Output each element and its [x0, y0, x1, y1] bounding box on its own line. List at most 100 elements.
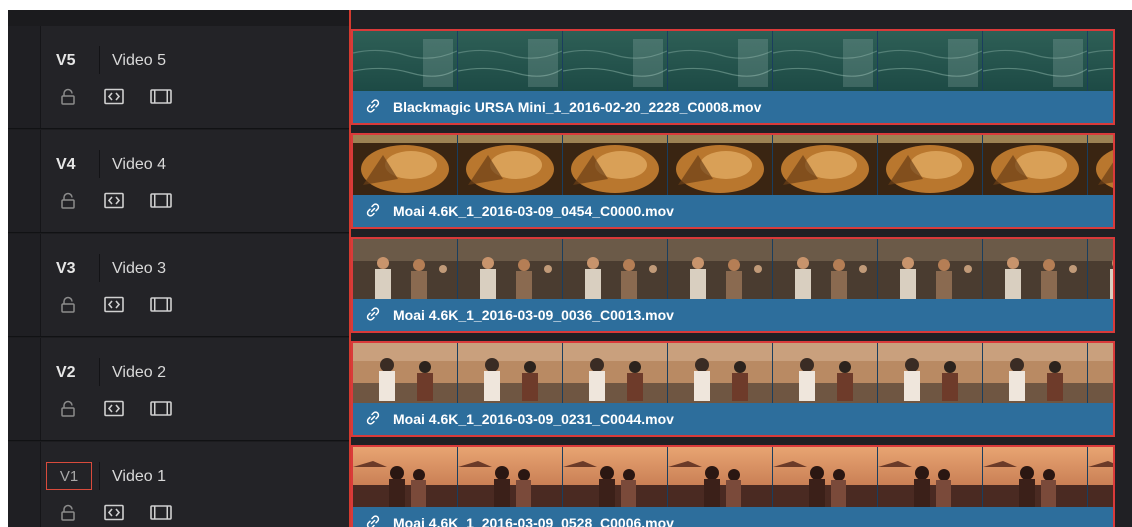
thumbnail-frame	[353, 343, 457, 403]
auto-select-icon[interactable]	[104, 296, 124, 318]
divider	[99, 150, 100, 178]
clip-label: Moai 4.6K_1_2016-03-09_0231_C0044.mov	[353, 403, 1113, 435]
clip-v5[interactable]: Blackmagic URSA Mini_1_2016-02-20_2228_C…	[351, 29, 1115, 125]
clip-v3[interactable]: Moai 4.6K_1_2016-03-09_0036_C0013.mov	[351, 237, 1115, 333]
lock-icon[interactable]	[60, 504, 76, 526]
link-icon	[365, 410, 381, 431]
clip-label: Moai 4.6K_1_2016-03-09_0528_C0006.mov	[353, 507, 1113, 527]
track-id[interactable]: V4	[56, 156, 86, 174]
thumbnail-frame	[773, 135, 877, 195]
auto-select-icon[interactable]	[104, 88, 124, 110]
track-header-v4[interactable]: V4 Video 4	[8, 130, 350, 233]
auto-select-icon[interactable]	[104, 192, 124, 214]
thumbnail-frame	[458, 239, 562, 299]
thumbnail-frame	[353, 239, 457, 299]
track-id[interactable]: V2	[56, 364, 86, 382]
thumbnail-frame	[458, 447, 562, 507]
thumbnail-frame	[878, 31, 982, 91]
link-icon	[365, 202, 381, 223]
track-name[interactable]: Video 5	[112, 52, 166, 70]
clip-label: Moai 4.6K_1_2016-03-09_0036_C0013.mov	[353, 299, 1113, 331]
link-icon	[365, 98, 381, 119]
link-icon	[365, 306, 381, 327]
thumbnail-frame	[668, 343, 772, 403]
thumbnail-frame	[353, 31, 457, 91]
film-strip-icon[interactable]	[150, 296, 172, 318]
clip-thumbnails	[353, 239, 1113, 299]
track-header-v5[interactable]: V5 Video 5	[8, 26, 350, 129]
divider	[99, 462, 100, 490]
track-side-strip	[8, 26, 41, 128]
divider	[99, 254, 100, 282]
clip-filename: Moai 4.6K_1_2016-03-09_0454_C0000.mov	[393, 203, 674, 219]
thumbnail-frame	[773, 343, 877, 403]
thumbnail-frame	[353, 447, 457, 507]
clip-thumbnails	[353, 343, 1113, 403]
track-header-v1[interactable]: V1 Video 1	[8, 442, 350, 527]
track-id[interactable]: V5	[56, 52, 86, 70]
thumbnail-frame	[878, 447, 982, 507]
track-name[interactable]: Video 4	[112, 156, 166, 174]
clip-filename: Moai 4.6K_1_2016-03-09_0036_C0013.mov	[393, 307, 674, 323]
clip-label: Blackmagic URSA Mini_1_2016-02-20_2228_C…	[353, 91, 1113, 123]
thumbnail-frame	[563, 135, 667, 195]
thumbnail-frame	[983, 135, 1087, 195]
thumbnail-frame	[563, 31, 667, 91]
thumbnail-frame	[1088, 447, 1113, 507]
clip-thumbnails	[353, 31, 1113, 91]
thumbnail-frame	[563, 447, 667, 507]
timeline-editor: V5 Video 5 V4 Video 4 V3 Video 3 V2 Vide…	[8, 10, 1132, 527]
film-strip-icon[interactable]	[150, 504, 172, 526]
track-header-v2[interactable]: V2 Video 2	[8, 338, 350, 441]
thumbnail-frame	[458, 31, 562, 91]
clip-filename: Moai 4.6K_1_2016-03-09_0231_C0044.mov	[393, 411, 674, 427]
thumbnail-frame	[878, 135, 982, 195]
thumbnail-frame	[1088, 239, 1113, 299]
track-side-strip	[8, 442, 41, 527]
track-id[interactable]: V3	[56, 260, 86, 278]
clip-v4[interactable]: Moai 4.6K_1_2016-03-09_0454_C0000.mov	[351, 133, 1115, 229]
clip-thumbnails	[353, 135, 1113, 195]
divider	[99, 358, 100, 386]
track-side-strip	[8, 338, 41, 440]
thumbnail-frame	[668, 239, 772, 299]
thumbnail-frame	[668, 135, 772, 195]
thumbnail-frame	[458, 343, 562, 403]
track-name[interactable]: Video 1	[112, 468, 166, 486]
film-strip-icon[interactable]	[150, 192, 172, 214]
thumbnail-frame	[983, 343, 1087, 403]
track-name[interactable]: Video 2	[112, 364, 166, 382]
thumbnail-frame	[1088, 31, 1113, 91]
clip-filename: Blackmagic URSA Mini_1_2016-02-20_2228_C…	[393, 99, 762, 115]
track-header-top	[8, 10, 350, 27]
track-side-strip	[8, 234, 41, 336]
thumbnail-frame	[983, 447, 1087, 507]
track-id-selected[interactable]: V1	[46, 462, 92, 490]
clip-v1[interactable]: Moai 4.6K_1_2016-03-09_0528_C0006.mov	[351, 445, 1115, 527]
film-strip-icon[interactable]	[150, 400, 172, 422]
thumbnail-frame	[773, 31, 877, 91]
thumbnail-frame	[458, 135, 562, 195]
lock-icon[interactable]	[60, 400, 76, 422]
lock-icon[interactable]	[60, 192, 76, 214]
auto-select-icon[interactable]	[104, 504, 124, 526]
clip-v2[interactable]: Moai 4.6K_1_2016-03-09_0231_C0044.mov	[351, 341, 1115, 437]
thumbnail-frame	[563, 239, 667, 299]
divider	[99, 46, 100, 74]
film-strip-icon[interactable]	[150, 88, 172, 110]
thumbnail-frame	[773, 447, 877, 507]
thumbnail-frame	[1088, 343, 1113, 403]
auto-select-icon[interactable]	[104, 400, 124, 422]
clip-label: Moai 4.6K_1_2016-03-09_0454_C0000.mov	[353, 195, 1113, 227]
thumbnail-frame	[1088, 135, 1113, 195]
track-header-v3[interactable]: V3 Video 3	[8, 234, 350, 337]
playhead[interactable]	[349, 10, 351, 527]
thumbnail-frame	[878, 239, 982, 299]
lock-icon[interactable]	[60, 296, 76, 318]
thumbnail-frame	[983, 239, 1087, 299]
link-icon	[365, 514, 381, 527]
thumbnail-frame	[668, 447, 772, 507]
track-name[interactable]: Video 3	[112, 260, 166, 278]
lock-icon[interactable]	[60, 88, 76, 110]
thumbnail-frame	[668, 31, 772, 91]
